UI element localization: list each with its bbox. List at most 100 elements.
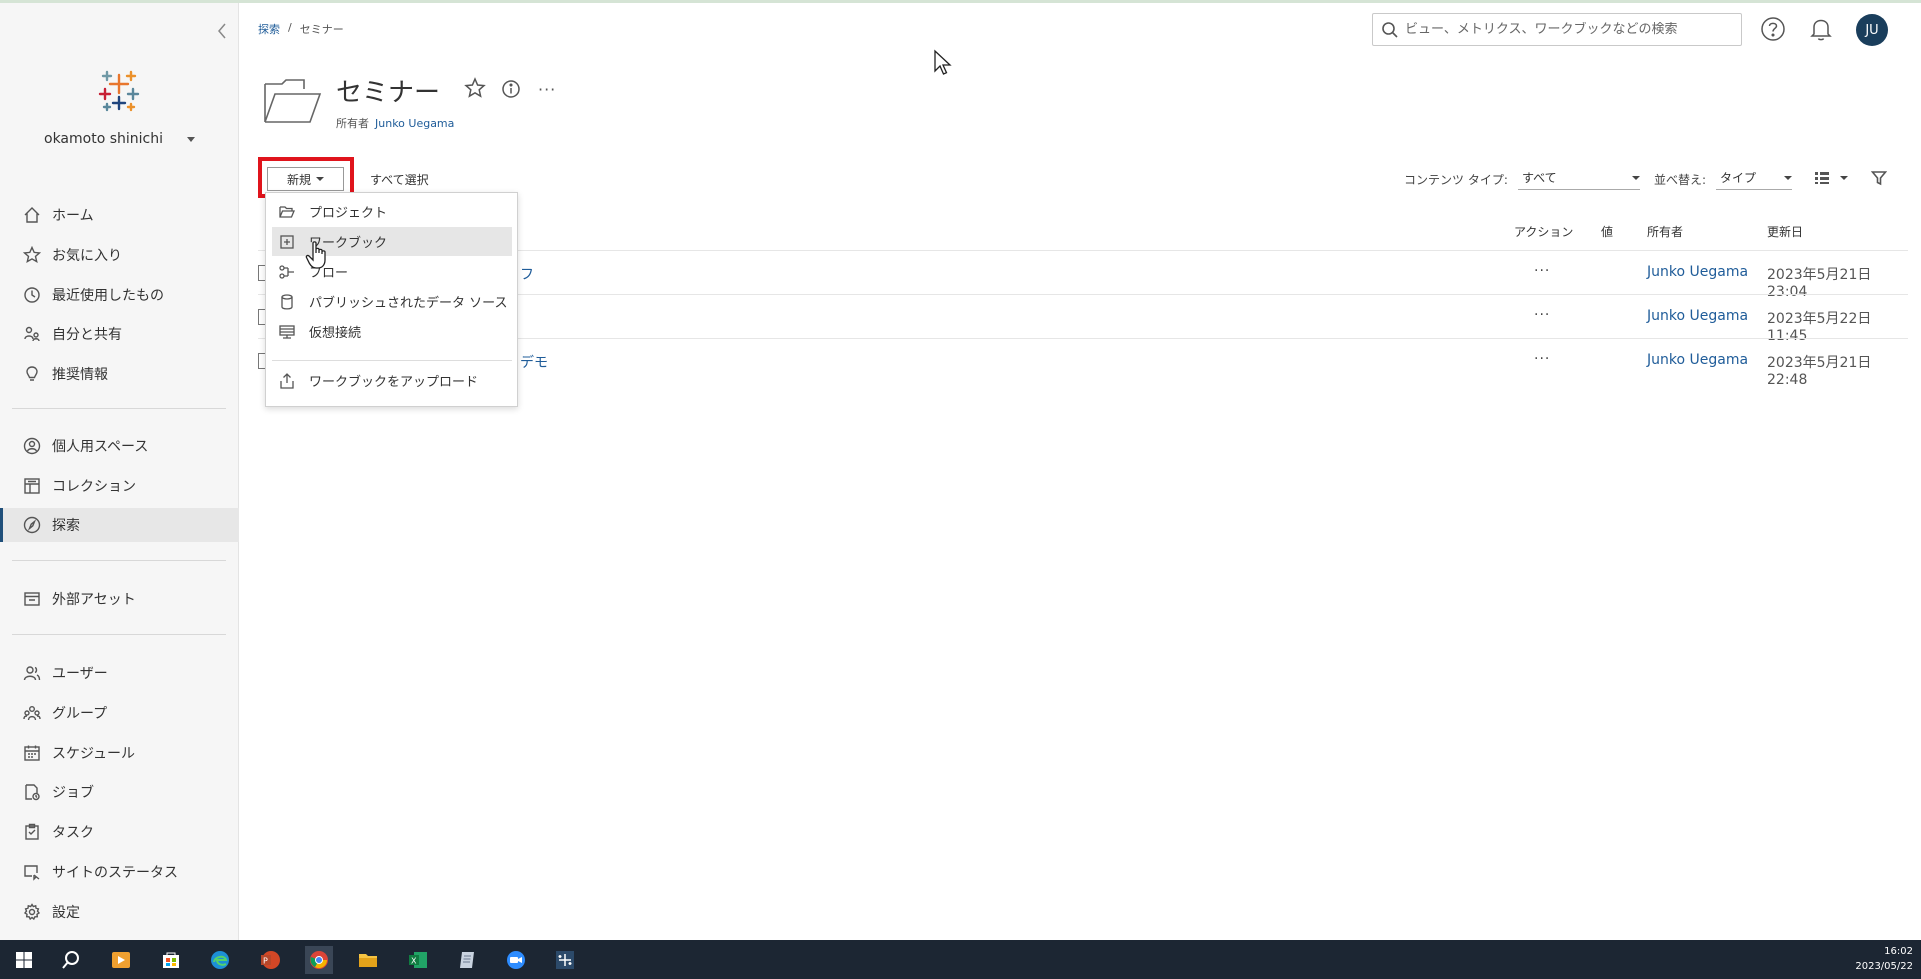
taskbar-app-chrome[interactable] xyxy=(305,946,333,974)
star-icon xyxy=(23,246,41,264)
help-button[interactable] xyxy=(1760,16,1786,42)
column-header-modified[interactable]: 更新日 xyxy=(1767,223,1803,240)
sidebar-item-favorites[interactable]: お気に入り xyxy=(0,238,239,272)
group-icon xyxy=(23,704,41,722)
taskbar-search-button[interactable] xyxy=(57,946,85,974)
taskbar-app-explorer[interactable] xyxy=(354,946,382,974)
column-header-owner[interactable]: 所有者 xyxy=(1647,223,1683,240)
breadcrumb-link-explore[interactable]: 探索 xyxy=(258,21,280,37)
zoom-app-icon xyxy=(507,951,525,969)
sidebar-item-home[interactable]: ホーム xyxy=(0,198,239,232)
sidebar-item-label: 推奨情報 xyxy=(52,367,108,383)
sidebar-item-label: 探索 xyxy=(52,518,80,534)
owner-label: 所有者 xyxy=(336,117,369,130)
sidebar-item-recents[interactable]: 最近使用したもの xyxy=(0,278,239,312)
row-actions-button[interactable]: ··· xyxy=(1534,307,1550,323)
notifications-button[interactable] xyxy=(1808,16,1834,42)
svg-text:X: X xyxy=(411,957,417,966)
sidebar-item-site-status[interactable]: サイトのステータス xyxy=(0,855,239,889)
new-button[interactable]: 新規 xyxy=(267,167,344,191)
sidebar-item-label: 設定 xyxy=(52,905,80,921)
taskbar-app-store[interactable] xyxy=(157,946,185,974)
sidebar-item-label: 個人用スペース xyxy=(52,439,149,455)
owner-link[interactable]: Junko Uegama xyxy=(375,117,454,130)
window-top-border xyxy=(0,0,1921,3)
info-button[interactable] xyxy=(500,78,522,100)
menu-item-published-datasource[interactable]: パブリッシュされたデータ ソース xyxy=(272,287,512,316)
sidebar-item-settings[interactable]: 設定 xyxy=(0,895,239,929)
sidebar-item-label: 最近使用したもの xyxy=(52,288,164,304)
taskbar-app-excel[interactable]: X xyxy=(404,946,432,974)
row-owner-link[interactable]: Junko Uegama xyxy=(1647,308,1748,324)
new-dropdown-menu: プロジェクト ワークブック フロー パブリッシュされたデータ ソース 仮想接続 … xyxy=(265,192,518,407)
sidebar-item-groups[interactable]: グループ xyxy=(0,696,239,730)
taskbar-app-powerpoint[interactable]: P xyxy=(256,946,284,974)
favorite-star-button[interactable] xyxy=(463,76,487,100)
taskbar-app-notes[interactable] xyxy=(453,946,481,974)
menu-item-label: パブリッシュされたデータ ソース xyxy=(309,296,508,311)
sidebar-item-jobs[interactable]: ジョブ xyxy=(0,775,239,809)
row-name-link[interactable]: デモ xyxy=(520,352,548,372)
filter-button[interactable] xyxy=(1870,170,1888,186)
sidebar-item-tasks[interactable]: タスク xyxy=(0,815,239,849)
column-header-actions[interactable]: アクション xyxy=(1514,223,1573,240)
search-input[interactable] xyxy=(1405,22,1735,37)
collapse-sidebar-button[interactable] xyxy=(213,21,231,43)
row-owner-link[interactable]: Junko Uegama xyxy=(1647,352,1748,368)
row-owner-link[interactable]: Junko Uegama xyxy=(1647,264,1748,280)
row-actions-button[interactable]: ··· xyxy=(1534,351,1550,367)
content-type-select[interactable]: すべて xyxy=(1518,166,1640,190)
sidebar-item-recommendations[interactable]: 推奨情報 xyxy=(0,357,239,391)
taskbar-app-media[interactable] xyxy=(107,946,135,974)
caret-down-icon[interactable] xyxy=(187,137,195,142)
clock-time: 16:02 xyxy=(1884,946,1913,957)
sidebar-item-label: サイトのステータス xyxy=(52,865,178,881)
calendar-icon xyxy=(23,744,41,762)
sidebar-item-schedules[interactable]: スケジュール xyxy=(0,736,239,770)
sidebar-item-collections[interactable]: コレクション xyxy=(0,469,239,503)
avatar[interactable]: JU xyxy=(1856,14,1888,46)
system-clock[interactable]: 16:02 2023/05/22 xyxy=(1855,944,1913,974)
excel-icon: X xyxy=(409,952,427,968)
search-icon xyxy=(1382,21,1398,38)
row-actions-button[interactable]: ··· xyxy=(1534,263,1550,279)
lightbulb-icon xyxy=(23,365,41,383)
view-toggle-button[interactable] xyxy=(1814,170,1848,186)
hand-pointer-icon xyxy=(305,241,326,269)
menu-item-label: 仮想接続 xyxy=(309,326,362,341)
menu-item-project[interactable]: プロジェクト xyxy=(272,197,512,226)
menu-item-virtual-connection[interactable]: 仮想接続 xyxy=(272,317,512,346)
taskbar-app-edge[interactable] xyxy=(206,946,234,974)
gear-icon xyxy=(23,903,41,921)
sidebar-item-explore[interactable]: 探索 xyxy=(0,508,239,542)
site-user-name[interactable]: okamoto shinichi xyxy=(44,131,163,147)
list-view-icon xyxy=(1815,172,1829,184)
sidebar-item-label: コレクション xyxy=(52,479,136,495)
row-name-link[interactable]: フ xyxy=(520,264,534,284)
windows-start-button[interactable] xyxy=(10,946,38,974)
search-box[interactable] xyxy=(1372,13,1742,46)
sidebar: okamoto shinichi ホーム お気に入り 最近使用したもの 自分と共… xyxy=(0,3,239,940)
select-all-button[interactable]: すべて選択 xyxy=(370,171,429,188)
clock-date: 2023/05/22 xyxy=(1855,961,1913,972)
menu-item-upload-workbook[interactable]: ワークブックをアップロード xyxy=(272,366,512,395)
breadcrumb-current: セミナー xyxy=(299,23,344,36)
sidebar-item-users[interactable]: ユーザー xyxy=(0,656,239,690)
tableau-logo-icon[interactable] xyxy=(92,63,146,117)
column-header-value[interactable]: 値 xyxy=(1601,223,1613,240)
menu-separator xyxy=(272,360,512,361)
user-icon xyxy=(23,664,41,682)
sidebar-item-external-assets[interactable]: 外部アセット xyxy=(0,582,239,616)
bell-icon xyxy=(1810,19,1832,41)
sidebar-item-shared-with-me[interactable]: 自分と共有 xyxy=(0,317,239,351)
more-actions-button[interactable]: ··· xyxy=(538,80,556,99)
sidebar-item-label: ユーザー xyxy=(52,666,108,682)
compass-icon xyxy=(23,516,41,534)
sidebar-item-label: スケジュール xyxy=(52,746,136,762)
home-icon xyxy=(23,206,41,224)
sidebar-item-personal-space[interactable]: 個人用スペース xyxy=(0,429,239,463)
file-explorer-icon xyxy=(359,954,377,967)
taskbar-app-tableau[interactable] xyxy=(551,946,579,974)
sort-select[interactable]: タイプ xyxy=(1716,166,1792,190)
taskbar-app-zoom[interactable] xyxy=(502,946,530,974)
